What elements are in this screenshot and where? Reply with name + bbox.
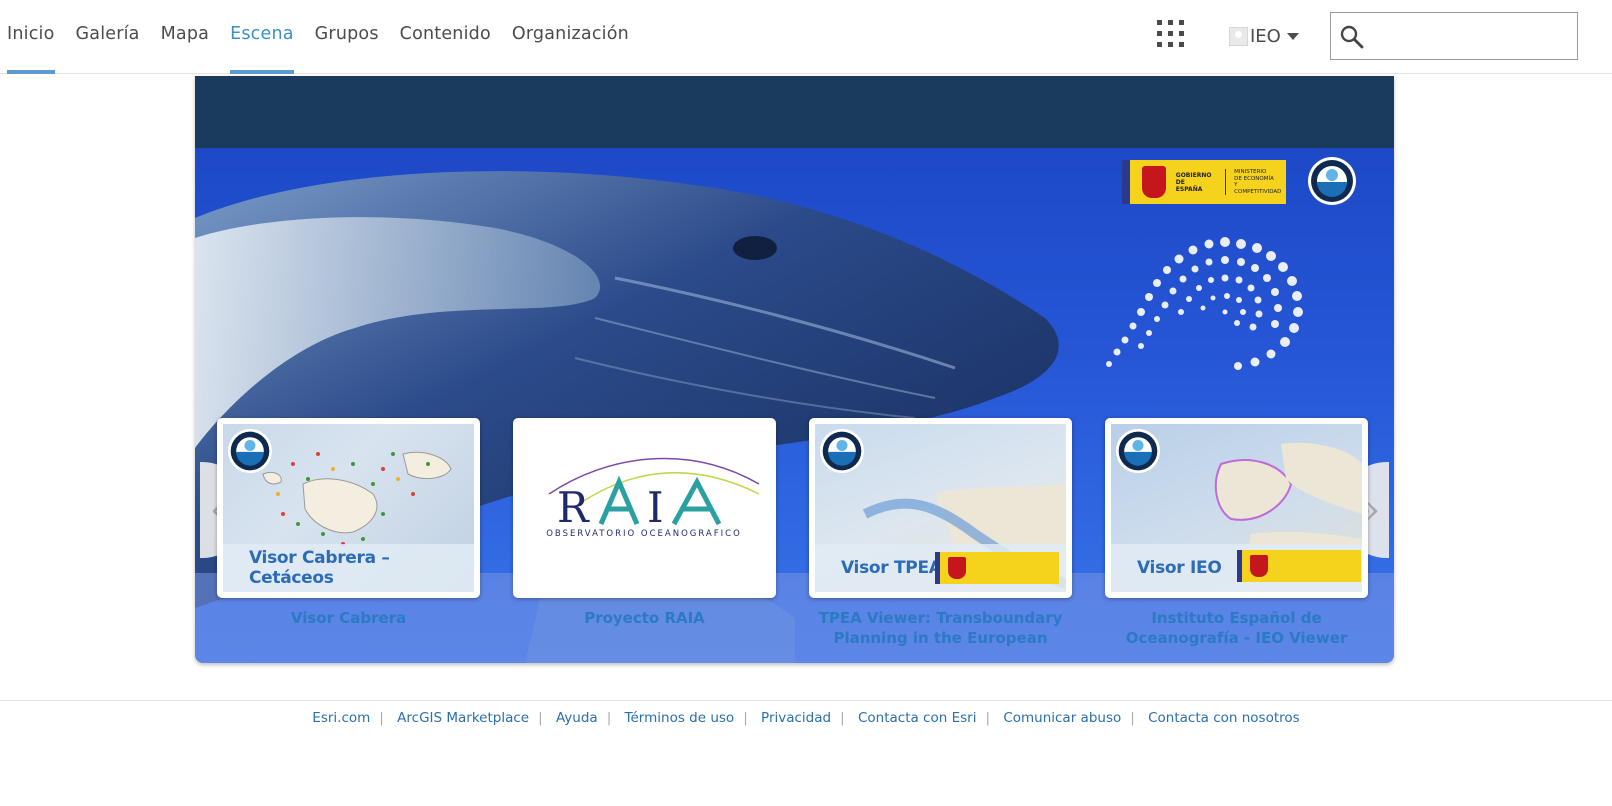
nav-link-inicio[interactable]: Inicio [7, 0, 55, 74]
footer-link-privacidad[interactable]: Privacidad [761, 710, 831, 726]
spiral-dots-decoration [1106, 237, 1303, 370]
search-icon[interactable] [1339, 24, 1365, 50]
footer-link-marketplace[interactable]: ArcGIS Marketplace [397, 710, 529, 726]
apps-grid-icon[interactable] [1157, 20, 1187, 48]
footer-link-comunicar-abuso[interactable]: Comunicar abuso [1003, 710, 1121, 726]
top-navigation: Inicio Galería Mapa Escena Grupos Conten… [0, 0, 1612, 74]
nav-link-organizacion[interactable]: Organización [512, 0, 629, 74]
card-title[interactable]: Instituto Español de Oceanografía - IEO … [1105, 608, 1368, 648]
card-title[interactable]: TPEA Viewer: Transboundary Planning in t… [809, 608, 1072, 648]
svg-text:I: I [647, 483, 664, 532]
card-thumbnail: Visor IEO [1111, 424, 1362, 592]
raia-logo-subtext: OBSERVATORIO OCEANOGRAFICO [546, 529, 742, 539]
hero-banner [195, 76, 1394, 148]
gobierno-espana-logo [935, 552, 1059, 584]
ministry-line: Y COMPETITIVIDAD [1234, 182, 1282, 195]
hero-panel: GOBIERNO DE ESPAÑA MINISTERIO DE ECONOMÍ… [195, 76, 1394, 663]
ieo-logo-icon [819, 428, 865, 474]
nav-links: Inicio Galería Mapa Escena Grupos Conten… [7, 0, 650, 74]
raia-logo-icon: R I OBSERVATORIO OCEANOGRAFICO [546, 457, 760, 539]
gobierno-espana-logo: GOBIERNO DE ESPAÑA MINISTERIO DE ECONOMÍ… [1122, 160, 1286, 204]
gallery-card-tpea-viewer[interactable]: Visor TPEA [809, 418, 1072, 598]
card-thumbnail: Visor TPEA [815, 424, 1066, 592]
thumbnail-caption-bar: Visor Cabrera – Cetáceos [223, 544, 474, 592]
nav-link-mapa[interactable]: Mapa [161, 0, 209, 74]
user-name: IEO [1250, 25, 1281, 47]
footer-divider [0, 700, 1612, 701]
footer: Esri.com | ArcGIS Marketplace | Ayuda | Tér… [312, 710, 1300, 726]
gallery-card-proyecto-raia[interactable]: R I OBSERVATORIO OCEANOGRAFICO [513, 418, 776, 598]
svg-text:R: R [557, 483, 590, 532]
gov-logo-line: GOBIERNO [1175, 171, 1212, 179]
search-box [1330, 12, 1578, 60]
nav-link-escena[interactable]: Escena [230, 0, 294, 74]
footer-link-ayuda[interactable]: Ayuda [556, 710, 598, 726]
caret-down-icon [1286, 32, 1299, 40]
footer-link-contacta-esri[interactable]: Contacta con Esri [858, 710, 976, 726]
user-menu[interactable]: IEO [1229, 22, 1299, 50]
search-input[interactable] [1369, 19, 1569, 53]
footer-link-terminos[interactable]: Términos de uso [625, 710, 735, 726]
gallery-card-visor-cabrera[interactable]: Visor Cabrera – Cetáceos [217, 418, 480, 598]
nav-link-contenido[interactable]: Contenido [400, 0, 491, 74]
card-thumbnail: R I OBSERVATORIO OCEANOGRAFICO [519, 424, 770, 592]
ieo-logo-icon [1308, 157, 1356, 205]
ieo-logo-icon [1115, 428, 1161, 474]
nav-link-galeria[interactable]: Galería [76, 0, 140, 74]
card-title[interactable]: Visor Cabrera [217, 608, 480, 628]
thumbnail-caption: Visor Cabrera – Cetáceos [249, 548, 390, 588]
gobierno-espana-logo [1237, 550, 1361, 582]
thumbnail-caption: Visor TPEA [841, 558, 942, 578]
footer-link-esri[interactable]: Esri.com [312, 710, 370, 726]
nav-link-grupos[interactable]: Grupos [315, 0, 379, 74]
card-title[interactable]: Proyecto RAIA [513, 608, 776, 628]
card-thumbnail: Visor Cabrera – Cetáceos [223, 424, 474, 592]
thumbnail-caption: Visor IEO [1137, 558, 1222, 578]
avatar [1229, 26, 1248, 46]
spain-coat-of-arms-icon [1142, 166, 1166, 198]
gov-logo-line: DE ESPAÑA [1175, 178, 1203, 193]
footer-link-contacta-nosotros[interactable]: Contacta con nosotros [1148, 710, 1300, 726]
gallery-card-ieo-viewer[interactable]: Visor IEO [1105, 418, 1368, 598]
ieo-logo-icon [227, 428, 273, 474]
